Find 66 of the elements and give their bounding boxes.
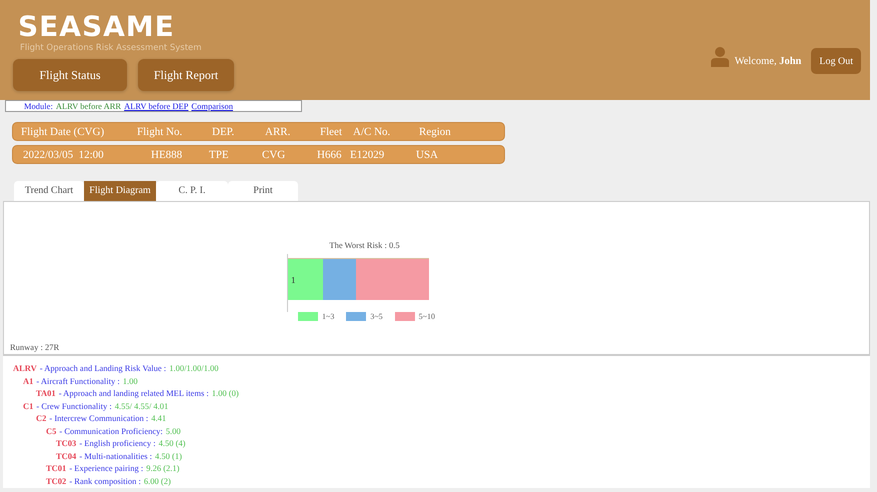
info-value: USA (416, 148, 438, 160)
risk-value: 1.00/1.00/1.00 (169, 363, 219, 373)
risk-value: 4.50 (1) (155, 450, 182, 460)
app-subtitle: Flight Operations Risk Assessment System (20, 42, 203, 54)
module-link[interactable]: Comparison (191, 101, 233, 111)
nav-button[interactable]: Flight Status (13, 59, 127, 91)
risk-value: 4.55/ 4.55/ 4.01 (114, 400, 168, 410)
axis-line (287, 254, 288, 312)
risk-value: 6.00 (2) (144, 476, 171, 486)
risk-label: - Experience pairing : (69, 463, 144, 473)
nav-button[interactable]: Flight Report (138, 59, 234, 91)
info-value: TPE (209, 148, 230, 160)
risk-label: - Aircraft Functionality : (36, 376, 120, 386)
info-header: Flight Date (CVG) (21, 126, 106, 138)
welcome-text: Welcome, John (734, 56, 802, 66)
tab[interactable]: Flight Diagram (84, 181, 156, 201)
user-icon (710, 47, 729, 67)
legend-label: 5~10 (418, 312, 435, 321)
info-header: Region (419, 126, 451, 138)
risk-code: TC04 (56, 450, 76, 460)
risk-label: - English proficiency : (79, 438, 156, 448)
logo-text: SEASAME (18, 12, 176, 42)
info-header: Fleet (320, 126, 343, 138)
legend-label: 3~5 (370, 312, 383, 321)
info-header: A/C No. (353, 126, 392, 138)
info-value: 2022/03/05 12:00 (22, 148, 105, 160)
chart-title: The Worst Risk : 0.5 (328, 240, 401, 250)
risk-label: - Approach and Landing Risk Value : (40, 363, 166, 373)
info-header: Flight No. (137, 126, 184, 138)
risk-label: - Crew Functionality : (36, 400, 112, 410)
risk-code: C5 (46, 426, 56, 436)
risk-value: 4.50 (4) (158, 438, 186, 448)
risk-label: - Rank composition : (69, 476, 141, 486)
info-header: DEP. (212, 126, 236, 138)
risk-code: TA01 (36, 388, 56, 398)
risk-label: - Intercrew Communication : (49, 413, 148, 423)
logout-button[interactable]: Log Out (811, 48, 861, 74)
risk-code: TC01 (46, 463, 66, 473)
info-value: CVG (262, 148, 286, 160)
tab[interactable]: C. P. I. (156, 181, 228, 201)
risk-code: A1 (23, 376, 34, 386)
risk-value: 4.41 (151, 413, 166, 423)
current-module: ALRV before ARR (56, 101, 122, 111)
bar-label: 1 (290, 274, 296, 284)
risk-label: - Approach and landing related MEL items : (58, 388, 209, 398)
risk-value: 5.00 (166, 426, 181, 436)
runway-text: Runway : 27R (4, 342, 869, 355)
risk-value: 1.00 (0) (212, 388, 239, 398)
module-link[interactable]: ALRV before DEP (124, 101, 188, 111)
info-value: H666 (317, 148, 342, 160)
legend-label: 1~3 (322, 312, 334, 321)
info-header: ARR. (265, 126, 292, 138)
tab[interactable]: Trend Chart (14, 181, 84, 201)
risk-code: TC02 (46, 476, 66, 486)
risk-code: ALRV (13, 363, 37, 373)
risk-value: 1.00 (122, 376, 138, 386)
info-value: HE888 (151, 148, 184, 160)
risk-code: C1 (23, 400, 34, 410)
risk-label: - Communication Proficiency: (59, 426, 163, 436)
module-label: Module: (24, 101, 53, 111)
tab[interactable]: Print (228, 181, 298, 201)
risk-label: - Multi-nationalities : (79, 450, 152, 460)
info-value: E12029 (350, 148, 386, 160)
risk-value: 9.26 (2.1) (146, 463, 180, 473)
risk-code: C2 (36, 413, 46, 423)
risk-code: TC03 (56, 438, 76, 448)
